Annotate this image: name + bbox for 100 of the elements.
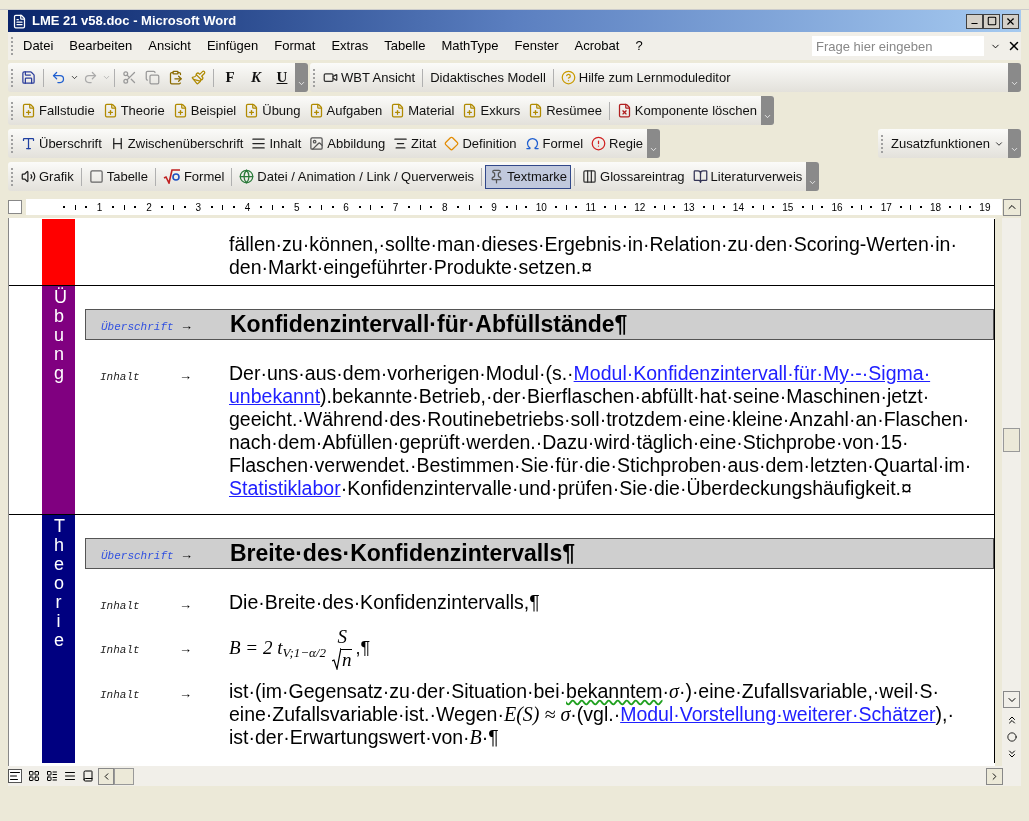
close-icon: [1005, 15, 1016, 27]
toolbar-button[interactable]: Datei / Animation / Link / Querverweis: [235, 164, 479, 189]
menu-item[interactable]: Fenster: [508, 36, 565, 56]
toolbar-button[interactable]: Zwischenüberschrift: [105, 131, 248, 156]
reading-view-icon[interactable]: [82, 770, 94, 782]
dropdown-menu-button[interactable]: Zusatzfunktionen: [887, 133, 1008, 154]
format-button[interactable]: U: [269, 66, 295, 89]
toolbar-overflow-button[interactable]: [806, 162, 820, 191]
toolbar-button[interactable]: Theorie: [98, 98, 169, 123]
toolbar-overflow-button[interactable]: [1008, 63, 1021, 92]
toolbar-button[interactable]: Regie: [587, 131, 648, 156]
menu-item[interactable]: Datei: [17, 36, 60, 56]
link[interactable]: Statistiklabor: [229, 477, 341, 499]
question-mark-icon: [560, 70, 576, 85]
format-button[interactable]: K: [243, 66, 269, 89]
toolbar-button[interactable]: Komponente löschen: [612, 98, 761, 123]
ruler-number: 16: [831, 200, 843, 215]
close-icon[interactable]: [1007, 39, 1021, 53]
vertical-scrollbar[interactable]: [1002, 218, 1021, 766]
copy-icon: [145, 70, 160, 85]
toolbar-overflow-button[interactable]: [761, 96, 774, 125]
scroll-thumb[interactable]: [114, 767, 134, 785]
toolbar-overflow-button[interactable]: [1008, 129, 1021, 158]
ruler-number: 12: [634, 200, 646, 215]
toolbar-button[interactable]: Tabelle: [84, 164, 152, 189]
link[interactable]: unbekannt: [229, 385, 321, 407]
toolbar-button[interactable]: Überschrift: [17, 131, 106, 156]
menu-item[interactable]: Bearbeiten: [63, 36, 139, 56]
browse-object-icon[interactable]: [1006, 732, 1017, 742]
ruler-number: 19: [979, 200, 991, 215]
toolbar-grip[interactable]: [11, 101, 14, 120]
help-search-field[interactable]: Frage hier eingeben: [812, 36, 984, 56]
menu-item[interactable]: Einfügen: [200, 36, 265, 56]
ruler-number: 13: [683, 200, 695, 215]
link[interactable]: Modul·Vorstellung·weiterer·Schätzer: [620, 703, 936, 725]
toolbar-grip[interactable]: [11, 134, 14, 153]
tab-stop-button[interactable]: [8, 200, 22, 214]
toolbar-overflow-button[interactable]: [295, 63, 308, 92]
menu-item[interactable]: Tabelle: [378, 36, 432, 56]
toolbar-button[interactable]: Fallstudie: [17, 98, 99, 123]
normal-view-icon[interactable]: [8, 769, 22, 783]
redo-icon: [83, 70, 98, 85]
toolbar-button[interactable]: WBT Ansicht: [319, 65, 420, 90]
maximize-button[interactable]: [983, 13, 1000, 29]
close-button[interactable]: [1002, 13, 1019, 29]
toolbar-button[interactable]: Formel: [158, 164, 229, 189]
toolbar-button[interactable]: Glossareintrag: [578, 164, 689, 189]
document-icon: [12, 13, 27, 29]
toolbar-button[interactable]: Übung: [240, 98, 305, 123]
toolbar-button[interactable]: Grafik: [17, 164, 78, 189]
toolbar-button[interactable]: Formel: [520, 131, 588, 156]
web-view-icon[interactable]: [28, 770, 40, 782]
toolbar-button[interactable]: Hilfe zum Lernmoduleditor: [556, 65, 735, 90]
toolbar-grip[interactable]: [881, 134, 884, 153]
toolbar-button[interactable]: Definition: [440, 131, 521, 156]
minimize-button[interactable]: [966, 13, 983, 29]
ruler-number: 4: [244, 200, 251, 215]
scroll-up-button[interactable]: [1003, 198, 1021, 216]
print-view-icon[interactable]: [46, 770, 58, 782]
toolbar-button[interactable]: Literaturverweis: [688, 164, 807, 189]
toolbar-grip[interactable]: [11, 37, 14, 55]
scroll-right-button[interactable]: [986, 767, 1003, 785]
toolbar-button[interactable]: Beispiel: [168, 98, 241, 123]
new-page-icon: [21, 103, 36, 118]
ruler-number: 10: [535, 200, 547, 215]
toolbar-button[interactable]: Didaktisches Modell: [426, 65, 550, 90]
toolbar-overflow-button[interactable]: [647, 129, 661, 158]
toolbar-button[interactable]: Resümee: [524, 98, 606, 123]
ruler-number: 2: [146, 200, 152, 215]
clipboard-icon: [168, 70, 183, 85]
new-page-icon: [172, 103, 188, 118]
new-page-icon: [390, 103, 406, 118]
menu-item[interactable]: Acrobat: [568, 36, 626, 56]
toolbar-grip[interactable]: [11, 68, 14, 87]
toolbar-button[interactable]: Exkurs: [458, 98, 525, 123]
link[interactable]: Modul·Konfidenzintervall·für·My·-·Sigma·: [573, 362, 931, 384]
omega-icon: [524, 136, 540, 151]
toolbar-grip[interactable]: [11, 167, 14, 186]
menu-item[interactable]: Format: [268, 36, 322, 56]
chevron-down-icon: [763, 112, 772, 121]
scroll-down-button[interactable]: [1003, 691, 1020, 708]
toolbar-grip[interactable]: [313, 68, 316, 87]
camera-icon: [323, 70, 338, 85]
toolbar-button[interactable]: Inhalt: [247, 131, 306, 156]
menu-item[interactable]: ?: [629, 36, 649, 56]
toolbar-button[interactable]: Zitat: [389, 131, 441, 156]
menu-item[interactable]: Ansicht: [142, 36, 197, 56]
outline-view-icon[interactable]: [64, 770, 76, 782]
toolbar-button[interactable]: Material: [386, 98, 459, 123]
toolbar-button[interactable]: Aufgaben: [304, 98, 387, 123]
style-label: Überschrift: [101, 549, 174, 562]
scroll-thumb[interactable]: [1003, 428, 1020, 452]
format-button[interactable]: F: [217, 66, 243, 89]
toolbar-button[interactable]: Textmarke: [485, 164, 572, 189]
diamond-icon: [444, 136, 460, 151]
heading: Konfidenzintervall·für·Abfüllstände¶: [230, 310, 628, 340]
chevron-down-icon: [649, 145, 659, 154]
toolbar-button[interactable]: Abbildung: [305, 131, 390, 156]
menu-item[interactable]: MathType: [435, 36, 505, 56]
menu-item[interactable]: Extras: [325, 36, 375, 56]
